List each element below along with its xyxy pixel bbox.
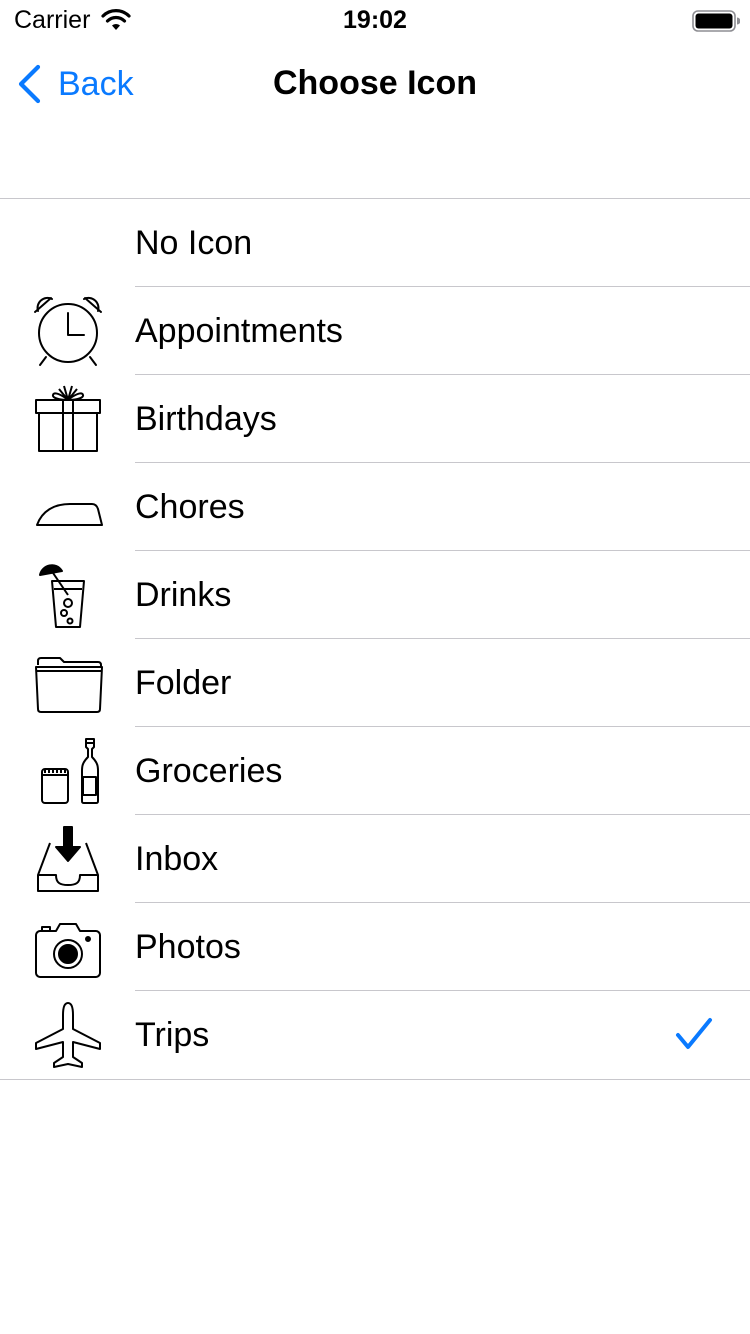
- list-item-drinks[interactable]: Drinks: [0, 551, 750, 639]
- list-item-no-icon[interactable]: No Icon: [0, 199, 750, 287]
- drink-icon: [39, 564, 85, 628]
- list-item-label: Chores: [135, 488, 245, 526]
- list-item-label: Trips: [135, 1016, 210, 1054]
- camera-icon: [35, 923, 101, 978]
- groceries-icon: [41, 738, 99, 804]
- list-item-label: Appointments: [135, 312, 343, 350]
- folder-icon: [35, 657, 103, 713]
- gift-icon: [35, 385, 101, 452]
- list-item-groceries[interactable]: Groceries: [0, 727, 750, 815]
- inbox-icon: [37, 826, 99, 892]
- airplane-icon: [35, 1002, 101, 1068]
- list-item-birthdays[interactable]: Birthdays: [0, 375, 750, 463]
- list-item-inbox[interactable]: Inbox: [0, 815, 750, 903]
- alarm-clock-icon: [34, 296, 102, 366]
- list-item-label: Drinks: [135, 576, 232, 614]
- page-title: Choose Icon: [272, 64, 478, 102]
- list-item-appointments[interactable]: Appointments: [0, 287, 750, 375]
- list-item-trips[interactable]: Trips: [0, 991, 750, 1079]
- status-time: 19:02: [343, 6, 407, 34]
- list-item-label: Inbox: [135, 840, 219, 878]
- list-item-label: Groceries: [135, 752, 283, 790]
- list-item-label: Birthdays: [135, 400, 277, 438]
- list-item-photos[interactable]: Photos: [0, 903, 750, 991]
- list-item-chores[interactable]: Chores: [0, 463, 750, 551]
- iron-icon: [36, 503, 103, 526]
- status-bar: Carrier 19:02: [0, 0, 750, 40]
- list-item-label: Photos: [135, 928, 241, 966]
- list-item-label: No Icon: [135, 224, 253, 262]
- icon-list: No Icon Appointments Birthdays Chores Dr…: [0, 198, 750, 1080]
- list-item-folder[interactable]: Folder: [0, 639, 750, 727]
- list-item-label: Folder: [135, 664, 232, 702]
- checkmark-icon: [676, 1018, 712, 1049]
- navigation-bar: Back Choose Icon: [0, 40, 750, 128]
- battery-icon: [692, 10, 740, 32]
